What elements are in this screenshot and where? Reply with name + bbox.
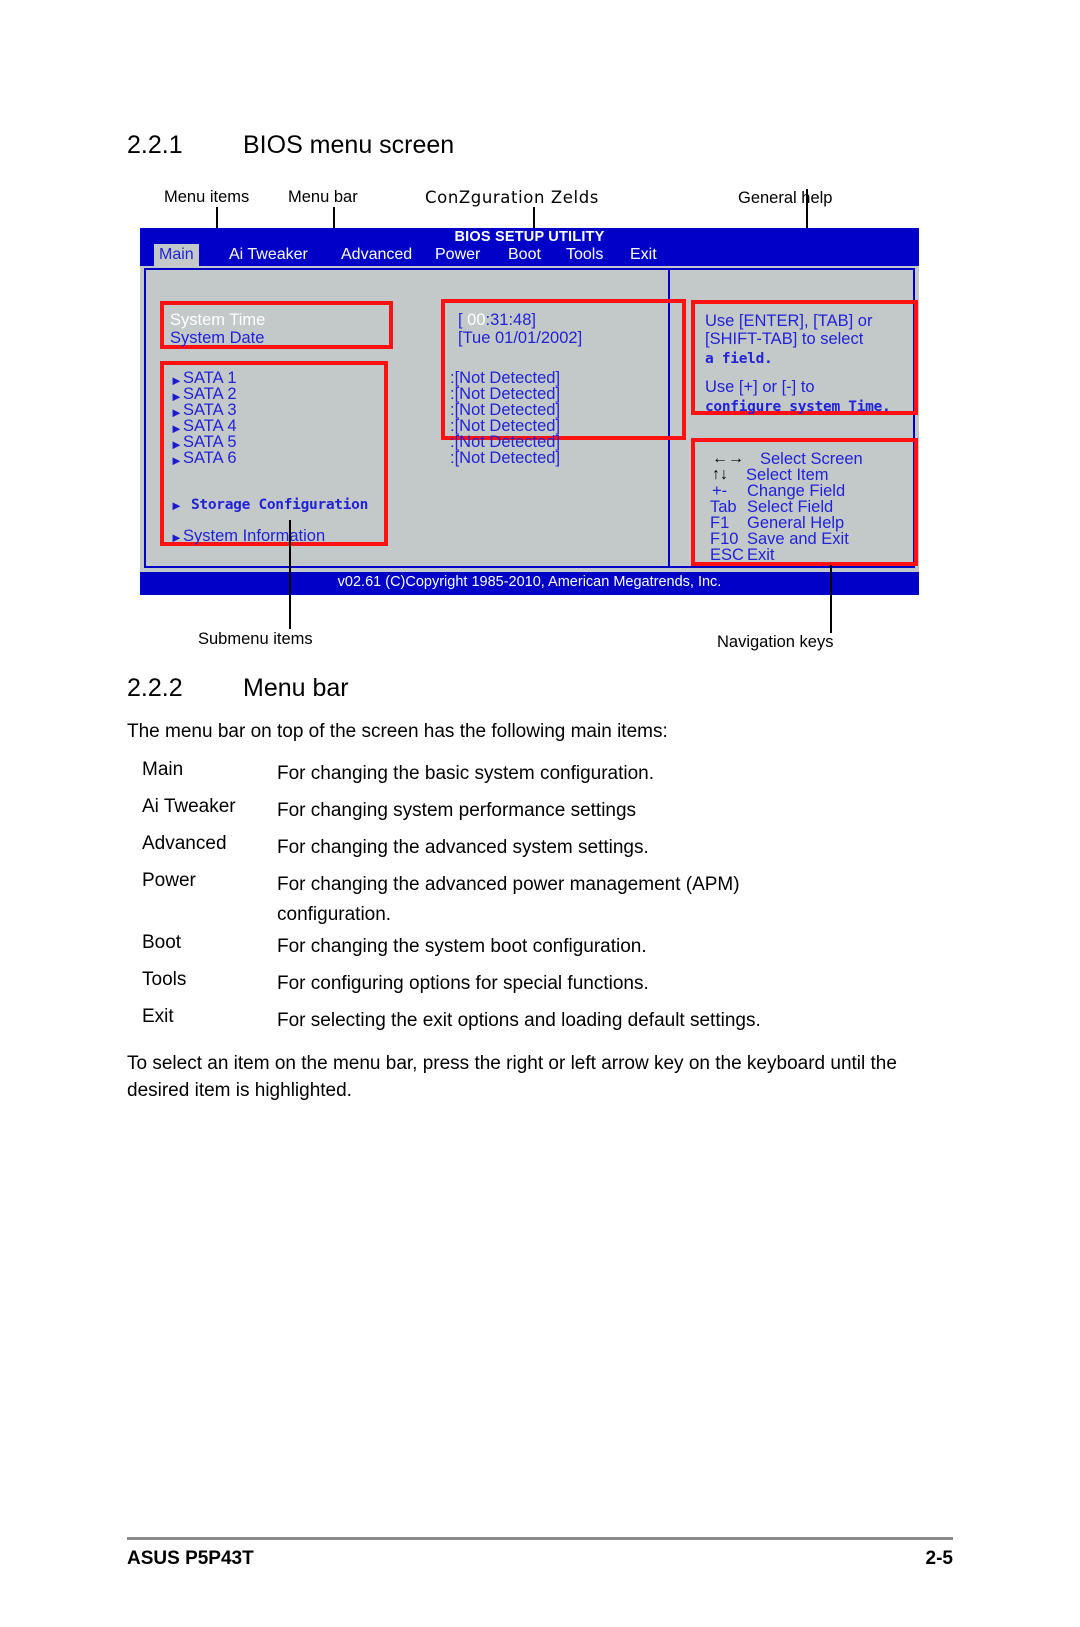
menu-bar-intro: The menu bar on top of the screen has th…: [127, 721, 668, 742]
leader-submenu-items: [289, 520, 291, 629]
menu-item-sata-5-label[interactable]: SATA 5: [183, 434, 237, 451]
tab-main[interactable]: Main: [154, 244, 199, 266]
value-sata-5: :[Not Detected]: [450, 433, 561, 451]
leader-navigation-keys: [830, 565, 832, 633]
tab-boot[interactable]: Boot: [503, 244, 546, 266]
menu-bar-outro: To select an item on the menu bar, press…: [127, 1053, 897, 1101]
footer-rule: [127, 1537, 953, 1540]
tab-exit[interactable]: Exit: [625, 244, 662, 266]
callout-navigation-keys: Navigation keys: [717, 633, 834, 651]
menu-item-sata-2-label[interactable]: SATA 2: [183, 386, 237, 403]
bios-title: BIOS SETUP UTILITY: [454, 229, 605, 245]
value-system-date[interactable]: [Tue 01/01/2002]: [458, 330, 582, 347]
value-sata-4: :[Not Detected]: [450, 417, 561, 435]
callout-menu-bar: Menu bar: [288, 188, 358, 206]
bios-title-bar: BIOS SETUP UTILITY Main Ai Tweaker Advan…: [140, 228, 919, 266]
chevron-right-icon: ►: [170, 389, 183, 404]
navkey-esc: ESC: [710, 546, 744, 564]
chevron-right-icon: ►: [170, 453, 183, 468]
section-2-2-2-title: Menu bar: [243, 674, 349, 702]
tab-tools[interactable]: Tools: [561, 244, 608, 266]
bios-copyright-bar: v02.61 (C)Copyright 1985-2010, American …: [140, 572, 919, 595]
value-sata-3: :[Not Detected]: [450, 401, 561, 419]
value-sata-2: :[Not Detected]: [450, 385, 561, 403]
bios-body: System Time System Date ► SATA 1 ► SATA …: [140, 266, 919, 572]
value-system-time[interactable]: [ 00:31:48]: [458, 312, 536, 330]
chevron-right-icon: ►: [170, 405, 183, 420]
menu-desc-ai-tweaker: For changing system performance settings: [277, 800, 637, 821]
menu-desc-main: For changing the basic system configurat…: [277, 763, 655, 784]
menu-desc-advanced: For changing the advanced system setting…: [277, 837, 649, 858]
value-sata-6: :[Not Detected]: [450, 449, 561, 467]
help-line-2: [SHIFT-TAB] to select: [705, 330, 864, 348]
submenu-storage-configuration[interactable]: Storage Configuration: [191, 497, 368, 513]
menu-item-sata-6-label[interactable]: SATA 6: [183, 450, 237, 467]
footer-product-name: ASUS P5P43T: [127, 1548, 254, 1569]
help-line-4: Use [+] or [-] to: [705, 378, 815, 396]
menu-desc-tools: For configuring options for special func…: [277, 973, 649, 994]
section-2-2-2-number: 2.2.2: [127, 674, 183, 702]
menu-item-sata-1-label[interactable]: SATA 1: [183, 370, 237, 387]
menu-desc-power: For changing the advanced power manageme…: [277, 874, 740, 925]
menu-item-system-date-label[interactable]: System Date: [170, 330, 264, 347]
section-2-2-1-number: 2.2.1: [127, 131, 183, 159]
callout-general-help: General help: [738, 189, 833, 207]
navkey-label-exit: Exit: [747, 546, 775, 564]
tab-ai-tweaker[interactable]: Ai Tweaker: [224, 244, 313, 266]
chevron-right-icon: ►: [170, 498, 183, 513]
footer-page-number: 2-5: [925, 1548, 953, 1569]
menu-term-main: Main: [142, 759, 184, 780]
callout-menu-items: Menu items: [164, 188, 250, 206]
help-line-1: Use [ENTER], [TAB] or: [705, 312, 873, 330]
menu-term-power: Power: [142, 870, 196, 891]
menu-item-system-time-label[interactable]: System Time: [170, 312, 265, 329]
menu-term-tools: Tools: [142, 969, 187, 990]
menu-term-ai-tweaker: Ai Tweaker: [142, 796, 236, 817]
menu-desc-exit: For selecting the exit options and loadi…: [277, 1010, 761, 1031]
chevron-right-icon: ►: [170, 530, 183, 545]
callout-submenu-items: Submenu items: [198, 630, 313, 648]
section-2-2-1-title: BIOS menu screen: [243, 131, 455, 159]
menu-term-exit: Exit: [142, 1006, 174, 1027]
submenu-system-information[interactable]: System Information: [183, 528, 325, 545]
menu-item-sata-4-label[interactable]: SATA 4: [183, 418, 237, 435]
document-page: 2.2.1 BIOS menu screen Menu items Menu b…: [0, 0, 1080, 1627]
menu-term-advanced: Advanced: [142, 833, 227, 854]
chevron-right-icon: ►: [170, 437, 183, 452]
tab-power[interactable]: Power: [430, 244, 485, 266]
menu-desc-boot: For changing the system boot configurati…: [277, 936, 647, 957]
bios-copyright-text: v02.61 (C)Copyright 1985-2010, American …: [337, 574, 722, 590]
callout-configuration-fields: ConZguration Zelds: [425, 188, 599, 207]
value-sata-1: :[Not Detected]: [450, 369, 561, 387]
tab-advanced[interactable]: Advanced: [336, 244, 417, 266]
help-line-3: a field.: [705, 351, 773, 367]
menu-term-boot: Boot: [142, 932, 182, 953]
chevron-right-icon: ►: [170, 373, 183, 388]
menu-item-sata-3-label[interactable]: SATA 3: [183, 402, 237, 419]
bios-menu-bar: Main Ai Tweaker Advanced Power Boot Tool…: [140, 244, 919, 266]
help-line-5: configure system Time.: [705, 399, 891, 415]
bios-setup-window: BIOS SETUP UTILITY Main Ai Tweaker Advan…: [140, 228, 919, 595]
chevron-right-icon: ►: [170, 421, 183, 436]
